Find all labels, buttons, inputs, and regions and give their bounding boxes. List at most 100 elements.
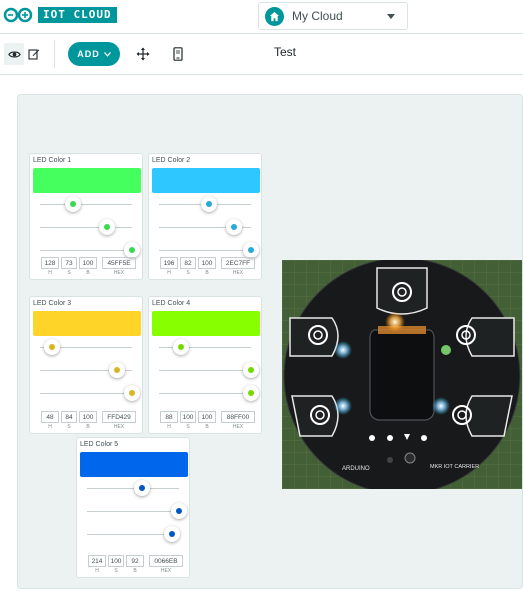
color-value-fields: 214 H 100 S 92 B 0066EB HEX <box>88 555 183 574</box>
eye-icon <box>7 50 21 58</box>
slider-knob[interactable] <box>64 196 81 212</box>
brightness-label: B <box>133 568 137 574</box>
add-widget-button[interactable]: ADD <box>68 42 120 66</box>
saturation-slider[interactable] <box>159 217 251 237</box>
chevron-down-icon <box>103 51 111 57</box>
hue-label: H <box>167 270 171 276</box>
brightness-field[interactable]: 92 <box>126 555 144 567</box>
widget-title: LED Color 2 <box>152 157 191 164</box>
board-label-left: ARDUINO <box>342 466 370 472</box>
color-value-fields: 88 H 100 S 100 B 88FF00 HEX <box>160 411 255 430</box>
saturation-field[interactable]: 84 <box>61 411 77 423</box>
hue-label: H <box>48 270 52 276</box>
slider-knob[interactable] <box>226 219 243 235</box>
brightness-field[interactable]: 100 <box>198 257 216 269</box>
saturation-slider[interactable] <box>40 360 132 380</box>
slider-knob[interactable] <box>44 339 61 355</box>
color-swatch <box>152 311 260 336</box>
hex-field[interactable]: FFD429 <box>102 411 136 423</box>
brightness-slider[interactable] <box>40 383 140 403</box>
brightness-label: B <box>205 424 209 430</box>
saturation-label: S <box>114 568 118 574</box>
color-widget[interactable]: LED Color 3 48 H 84 S 100 B FFD429 HEX <box>29 296 143 434</box>
slider-knob[interactable] <box>243 362 259 378</box>
slider-knob[interactable] <box>124 385 140 401</box>
color-swatch <box>80 452 188 477</box>
saturation-label: S <box>186 270 190 276</box>
slider-track <box>87 511 179 512</box>
move-button[interactable] <box>135 46 151 62</box>
widget-title: LED Color 4 <box>152 300 191 307</box>
hue-field[interactable]: 128 <box>41 257 59 269</box>
brightness-slider[interactable] <box>87 524 180 544</box>
home-icon <box>265 6 284 26</box>
color-widget[interactable]: LED Color 1 128 H 73 S 100 B 45FF5E HEX <box>29 153 143 280</box>
hue-slider[interactable] <box>40 337 132 357</box>
slider-knob[interactable] <box>133 480 150 496</box>
slider-knob[interactable] <box>243 242 259 258</box>
brightness-slider[interactable] <box>159 383 259 403</box>
hue-slider[interactable] <box>159 194 251 214</box>
hue-field[interactable]: 88 <box>160 411 178 423</box>
add-button-label: ADD <box>77 49 100 59</box>
saturation-field[interactable]: 82 <box>180 257 196 269</box>
hex-label: HEX <box>160 568 172 574</box>
color-widget[interactable]: LED Color 2 196 H 82 S 100 B 2EC7FF HEX <box>148 153 262 280</box>
hue-slider[interactable] <box>87 478 179 498</box>
hue-label: H <box>167 424 171 430</box>
dashboard-toolbar: ADD Test <box>0 34 523 75</box>
saturation-slider[interactable] <box>40 217 132 237</box>
slider-track <box>159 370 251 371</box>
hex-field[interactable]: 45FF5E <box>102 257 136 269</box>
toolbar-divider <box>54 40 55 68</box>
widget-title: LED Color 1 <box>33 157 72 164</box>
thing-selector[interactable]: My Cloud <box>258 2 408 30</box>
hue-label: H <box>48 424 52 430</box>
hue-slider[interactable] <box>40 194 132 214</box>
slider-knob[interactable] <box>99 219 116 235</box>
brightness-label: B <box>86 270 90 276</box>
brightness-label: B <box>86 424 90 430</box>
hex-field[interactable]: 0066EB <box>149 555 183 567</box>
hue-label: H <box>95 568 99 574</box>
hue-field[interactable]: 214 <box>88 555 106 567</box>
brightness-label: B <box>205 270 209 276</box>
slider-knob[interactable] <box>163 526 180 542</box>
hex-label: HEX <box>113 424 125 430</box>
arduino-logo[interactable]: IOT CLOUD <box>3 7 117 23</box>
slider-knob[interactable] <box>243 385 259 401</box>
slider-track <box>40 204 132 205</box>
hue-slider[interactable] <box>159 337 251 357</box>
color-swatch <box>33 311 141 336</box>
slider-knob[interactable] <box>171 503 187 519</box>
saturation-field[interactable]: 100 <box>180 411 196 423</box>
color-widget[interactable]: LED Color 4 88 H 100 S 100 B 88FF00 HEX <box>148 296 262 434</box>
hex-field[interactable]: 88FF00 <box>221 411 255 423</box>
widget-title: LED Color 5 <box>80 441 119 448</box>
saturation-field[interactable]: 73 <box>61 257 77 269</box>
device-photo: ARDUINO MKR IOT CARRIER <box>282 260 522 489</box>
saturation-slider[interactable] <box>87 501 187 521</box>
saturation-field[interactable]: 100 <box>108 555 124 567</box>
color-widget[interactable]: LED Color 5 214 H 100 S 92 B 0066EB HEX <box>76 437 190 578</box>
hue-field[interactable]: 196 <box>160 257 178 269</box>
mode-toggle <box>4 43 44 65</box>
brightness-field[interactable]: 100 <box>79 257 97 269</box>
hex-label: HEX <box>113 270 125 276</box>
slider-knob[interactable] <box>109 362 126 378</box>
saturation-slider[interactable] <box>159 360 259 380</box>
view-mode-button[interactable] <box>4 43 24 65</box>
hex-label: HEX <box>232 270 244 276</box>
widget-title: LED Color 3 <box>33 300 72 307</box>
hue-field[interactable]: 48 <box>41 411 59 423</box>
chevron-down-icon <box>387 14 395 19</box>
dashboard-title: Test <box>274 45 297 59</box>
brightness-field[interactable]: 100 <box>79 411 97 423</box>
slider-knob[interactable] <box>124 242 140 258</box>
edit-mode-button[interactable] <box>24 43 44 65</box>
slider-knob[interactable] <box>201 196 217 212</box>
hex-field[interactable]: 2EC7FF <box>221 257 255 269</box>
mobile-view-button[interactable] <box>170 46 186 62</box>
brightness-field[interactable]: 100 <box>198 411 216 423</box>
slider-knob[interactable] <box>173 339 190 355</box>
